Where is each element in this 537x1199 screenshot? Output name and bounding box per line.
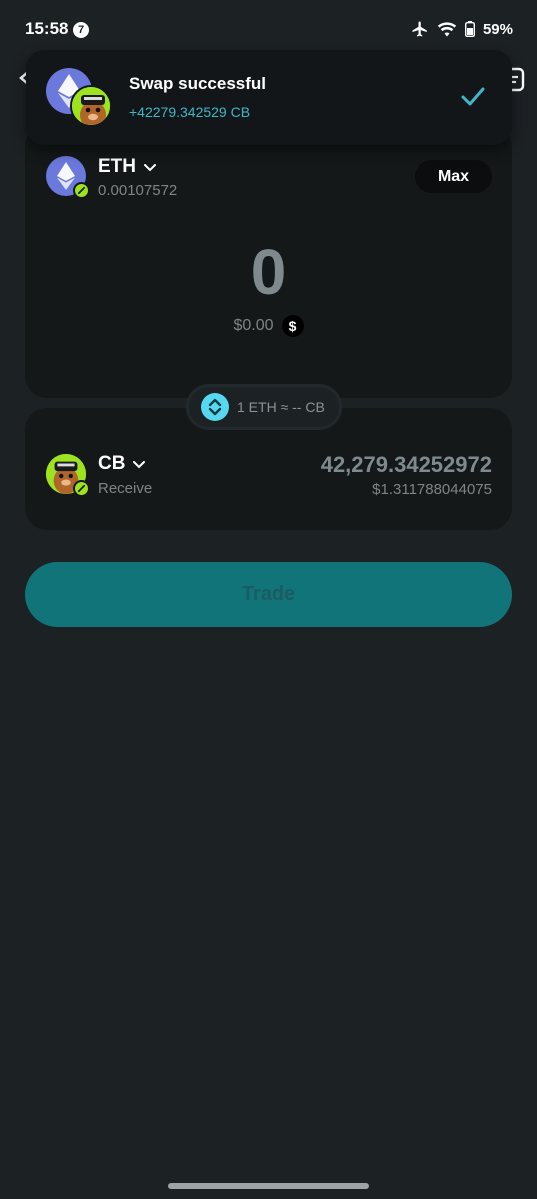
exchange-rate-text: 1 ETH ≈ -- CB (237, 399, 325, 415)
toast-title: Swap successful (129, 74, 267, 93)
to-token-symbol: CB (98, 453, 126, 474)
status-time: 15:58 (25, 19, 69, 38)
exchange-rate-pill[interactable]: 1 ETH ≈ -- CB (186, 384, 342, 430)
checkmark-icon (460, 86, 486, 108)
cb-token-icon (70, 85, 112, 127)
to-amount: 42,279.34252972 (320, 452, 492, 477)
from-amount-usd-row: $0.00 $ (25, 315, 512, 337)
battery-icon (464, 21, 475, 37)
to-token-selector[interactable]: CB (98, 453, 146, 475)
battery-percent: 59% (482, 20, 513, 38)
notification-count-badge: 7 (73, 22, 89, 38)
trade-button[interactable]: Trade (25, 562, 512, 627)
from-amount-input[interactable]: 0 (25, 235, 512, 309)
toast-amount: +42279.342529 CB (129, 104, 251, 120)
chain-badge-icon (73, 480, 90, 497)
to-token-receive-label: Receive (98, 480, 153, 497)
swap-direction-icon[interactable] (201, 393, 229, 421)
from-token-symbol: ETH (98, 156, 136, 177)
wifi-icon (437, 21, 457, 37)
from-token-card: ETH 0.00107572 Max 0 $0.00 $ (25, 125, 512, 398)
from-amount-usd: $0.00 (233, 317, 274, 334)
chevron-down-icon (144, 156, 156, 178)
status-icons: 59% (411, 20, 513, 38)
chevron-down-icon (133, 453, 146, 475)
max-button[interactable]: Max (415, 160, 492, 193)
from-token-balance: 0.00107572 (98, 182, 178, 199)
from-token-selector[interactable]: ETH (98, 156, 156, 178)
home-indicator[interactable] (168, 1183, 369, 1189)
swap-success-toast[interactable]: Swap successful +42279.342529 CB (26, 50, 512, 145)
to-amount-usd: $1.311788044075 (372, 481, 492, 498)
airplane-mode-icon (411, 20, 429, 38)
currency-toggle-icon[interactable]: $ (281, 315, 304, 337)
swap-screen: 15:58 7 59% Swap successful +42279.34252… (0, 0, 537, 1199)
chain-badge-icon (73, 182, 90, 199)
